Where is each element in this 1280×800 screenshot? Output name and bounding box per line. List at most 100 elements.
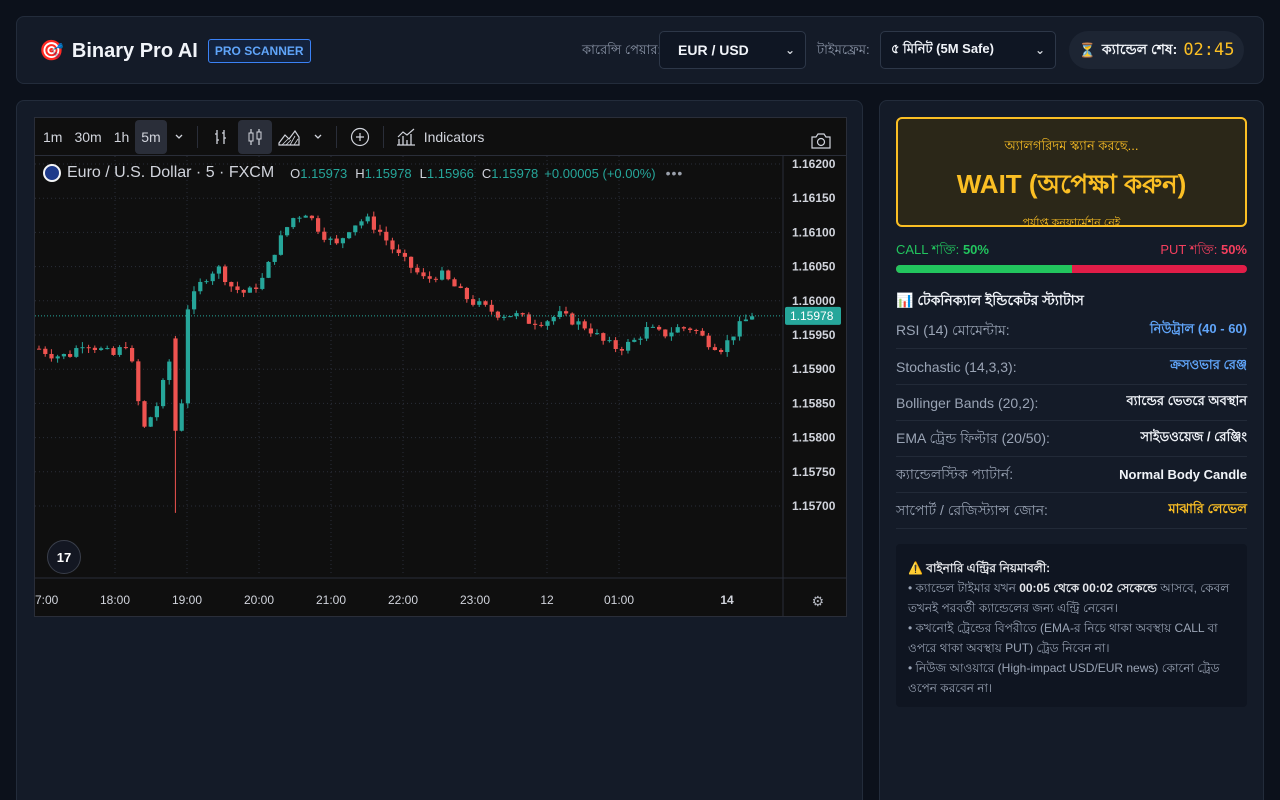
eur-usd-flag-icon	[43, 164, 61, 182]
candlestick-chart-type-icon[interactable]	[237, 119, 272, 154]
indicator-row: ক্যান্ডেলস্টিক প্যাটার্ন: Normal Body Can…	[896, 457, 1247, 493]
brand: 🎯 Binary Pro AI PRO SCANNER	[39, 39, 311, 63]
area-chart-type-icon[interactable]	[272, 120, 306, 154]
pair-label: কারেন্সি পেয়ার:	[582, 42, 662, 57]
candle-body	[167, 361, 172, 381]
y-tick-label: 1.15800	[792, 431, 836, 445]
chevron-down-icon[interactable]	[167, 120, 191, 154]
candle-body	[378, 229, 383, 232]
candle-body	[712, 347, 717, 350]
indicator-value: ব্যান্ডের ভেতরে অবস্থান	[1126, 393, 1247, 408]
tradingview-logo[interactable]: 17	[47, 540, 81, 574]
hourglass-icon: ⏳	[1078, 41, 1096, 58]
x-tick-label: 7:00	[35, 593, 59, 607]
candle-body	[322, 231, 327, 240]
x-tick-label: 21:00	[316, 593, 346, 607]
interval-1m[interactable]: 1m	[37, 120, 68, 154]
candle-body	[80, 347, 85, 349]
candle-body	[719, 349, 724, 353]
candle-body	[464, 287, 469, 300]
candle-body	[650, 326, 655, 328]
legend-high: 1.15978	[364, 165, 412, 181]
candle-body	[148, 417, 153, 427]
legend-close: 1.15978	[491, 165, 539, 181]
candle-body	[136, 361, 141, 402]
candle-body	[427, 276, 432, 279]
candle-body	[688, 328, 693, 330]
bar-chart-type-icon[interactable]	[204, 120, 238, 154]
settings-gear-icon[interactable]: ⚙	[811, 593, 824, 610]
candle-body	[241, 289, 246, 293]
x-tick-label: 20:00	[244, 593, 274, 607]
candle-body	[402, 253, 407, 257]
pair-select[interactable]: EUR / USD ⌄	[659, 31, 806, 69]
candle-body	[359, 221, 364, 226]
pair-select-value: EUR / USD	[678, 42, 749, 58]
candle-body	[340, 238, 345, 244]
toolbar-divider	[196, 125, 198, 148]
y-tick-label: 1.15750	[792, 465, 836, 479]
indicator-value: মাঝারি লেভেল	[1168, 501, 1247, 516]
tradingview-chart[interactable]: 1m 30m 1h 5m Indicators 1.16200 1.16150 …	[34, 117, 847, 617]
candle-body	[179, 403, 184, 431]
y-tick-label: 1.16100	[792, 225, 836, 239]
candle-body	[669, 332, 674, 337]
indicator-name: RSI (14) মোমেন্টাম:	[896, 321, 1010, 338]
legend-low: 1.15966	[426, 165, 474, 181]
candle-body	[142, 401, 147, 427]
candle-body	[750, 316, 755, 320]
y-tick-label: 1.16050	[792, 260, 836, 274]
candle-body	[731, 336, 736, 341]
more-options-icon[interactable]: •••	[666, 165, 684, 181]
candle-body	[303, 215, 308, 218]
y-tick-label: 1.16150	[792, 191, 836, 205]
candle-body	[390, 240, 395, 250]
y-tick-label: 1.15900	[792, 362, 836, 376]
x-tick-label: 12	[540, 593, 554, 607]
candle-body	[334, 238, 339, 244]
put-strength-value: 50%	[1220, 242, 1247, 257]
interval-5m[interactable]: 5m	[135, 119, 167, 154]
candle-body	[520, 313, 525, 315]
rule-1-highlight: 00:05 থেকে 00:02 সেকেন্ডে	[1019, 581, 1157, 595]
candle-timer: ⏳ ক্যান্ডেল শেষ: 02:45	[1069, 31, 1244, 69]
indicator-row: RSI (14) মোমেন্টাম: নিউট্রাল (40 - 60)	[896, 313, 1247, 349]
x-tick-label: 22:00	[388, 593, 418, 607]
interval-1h[interactable]: 1h	[108, 120, 136, 154]
candle-body	[570, 313, 575, 325]
candle-body	[316, 218, 321, 232]
chevron-down-icon[interactable]	[306, 120, 330, 154]
candle-body	[99, 348, 104, 350]
add-compare-icon[interactable]	[343, 120, 377, 154]
indicators-button[interactable]: Indicators	[390, 120, 491, 154]
candle-body	[632, 339, 637, 342]
candle-body	[86, 347, 91, 349]
candle-body	[601, 333, 606, 341]
signal-sub: পর্যাপ্ত কনফার্মেশন নেই	[1022, 217, 1121, 229]
y-tick-label: 1.15950	[792, 328, 836, 342]
candle-body	[508, 316, 513, 318]
camera-icon[interactable]	[804, 124, 838, 158]
strength-bar	[896, 265, 1247, 273]
candle-body	[328, 238, 333, 240]
call-strength-value: 50%	[962, 242, 989, 257]
candle-body	[489, 304, 494, 312]
indicators-label: Indicators	[423, 128, 485, 145]
x-tick-label: 19:00	[172, 593, 202, 607]
indicator-value: Normal Body Candle	[1119, 467, 1247, 482]
candle-body	[588, 328, 593, 334]
legend-symbol: Euro / U.S. Dollar · 5 · FXCM	[67, 164, 275, 181]
candle-body	[595, 333, 600, 335]
signal-main: WAIT (অপেক্ষা করুন)	[956, 169, 1187, 199]
candle-body	[681, 327, 686, 329]
candle-body	[458, 286, 463, 288]
candle-body	[353, 225, 358, 233]
candle-body	[551, 316, 556, 322]
rule-3: • নিউজ আওয়ারে (High-impact USD/EUR news…	[908, 661, 1220, 695]
candle-body	[409, 256, 414, 268]
interval-30m[interactable]: 30m	[68, 120, 107, 154]
timeframe-select[interactable]: ৫ মিনিট (5M Safe) ⌄	[880, 31, 1056, 69]
price-chart-canvas[interactable]: 1.162001.161501.161001.160501.160001.159…	[35, 156, 846, 616]
rule-1: • ক্যান্ডেল টাইমার যখন 00:05 থেকে 00:02 …	[908, 578, 1235, 618]
candle-body	[663, 329, 668, 337]
